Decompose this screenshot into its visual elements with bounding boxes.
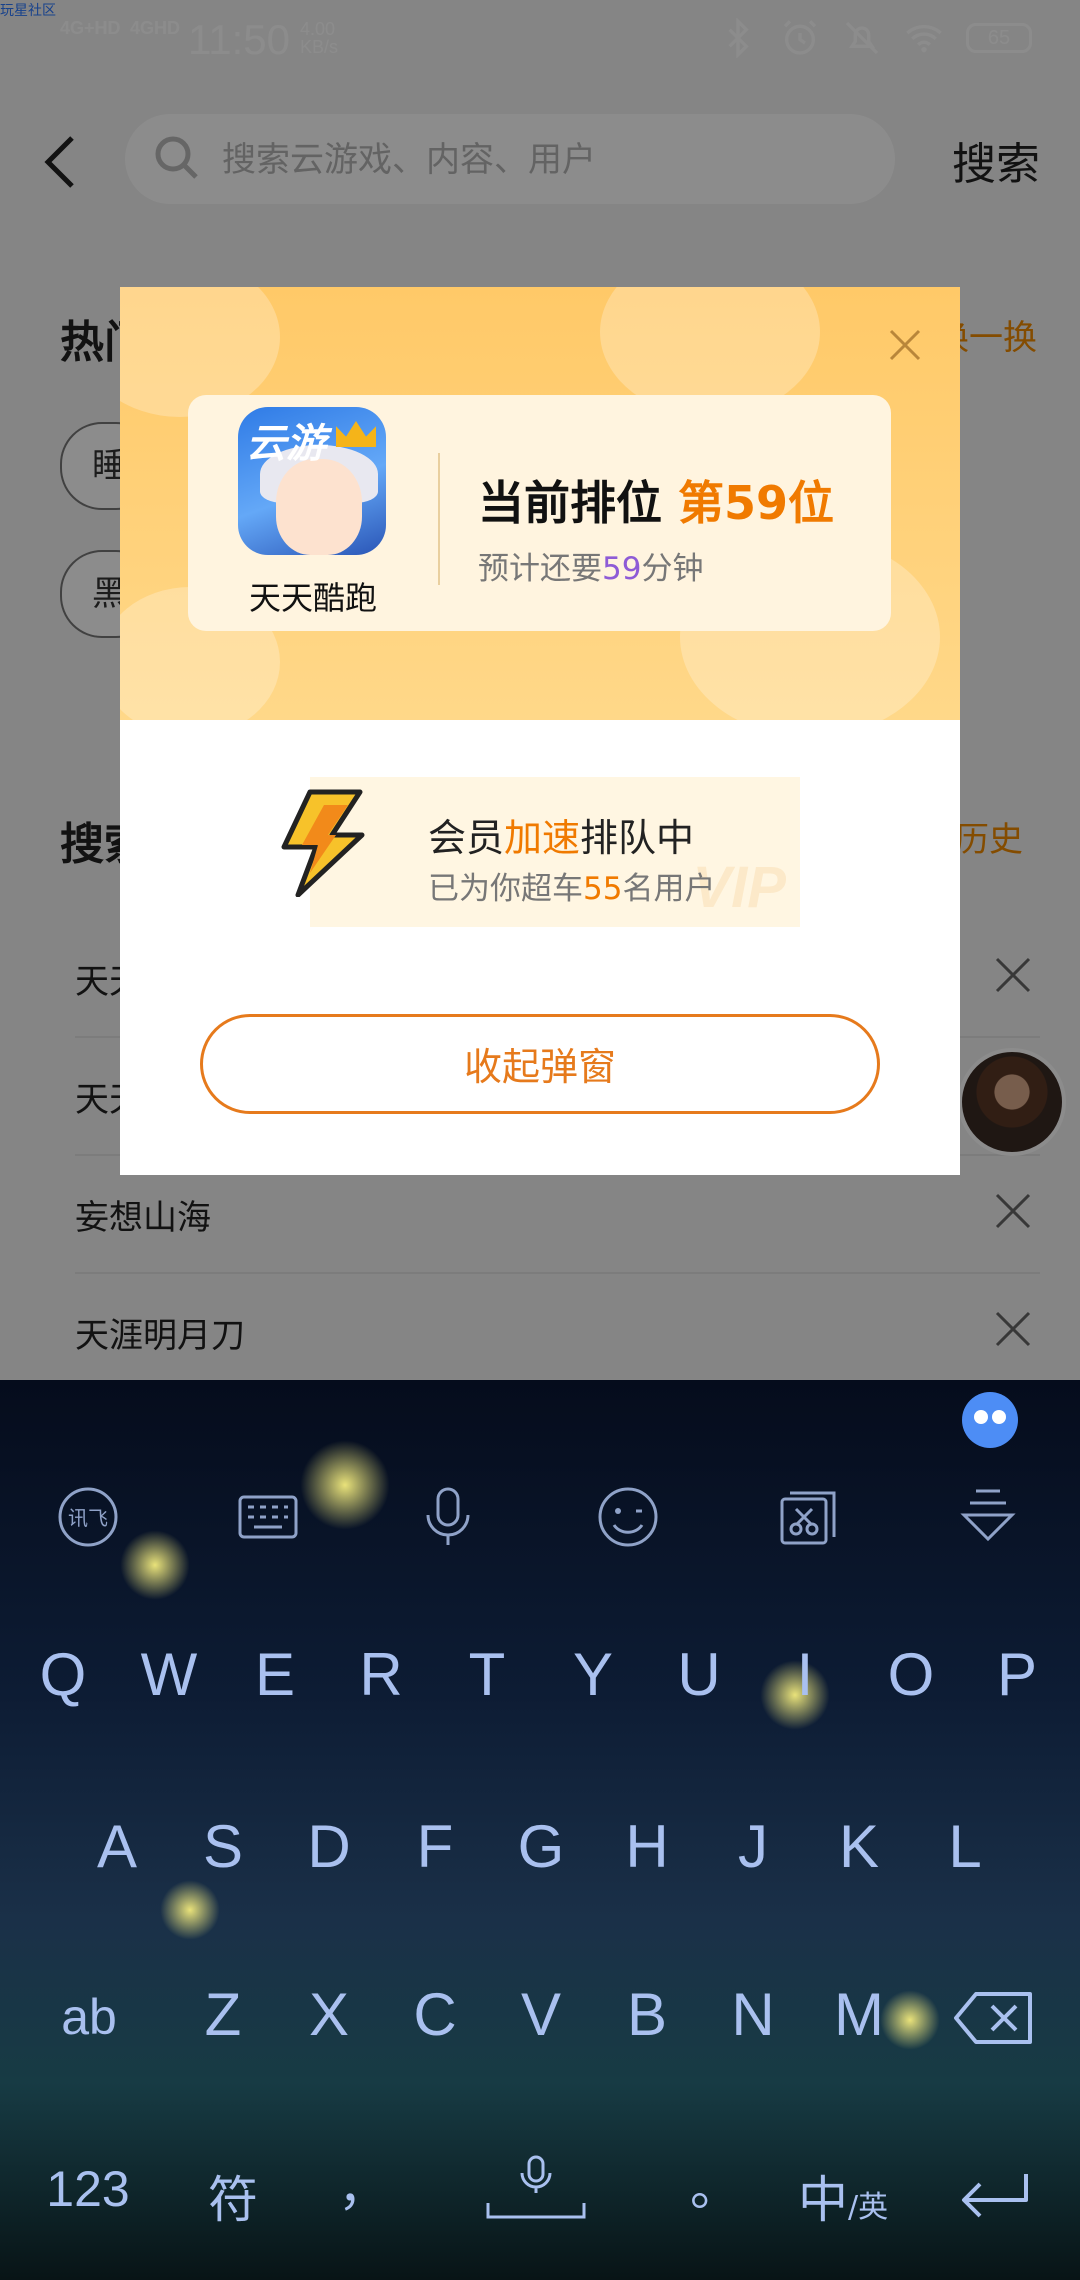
vip-subtitle: 已为你超车55名用户 xyxy=(428,863,715,908)
key-j[interactable]: J xyxy=(708,1812,798,1881)
app-icon-label: 云游 xyxy=(246,421,326,467)
lang-english-label: /英 xyxy=(848,2190,889,2225)
key-p[interactable]: P xyxy=(972,1640,1062,1709)
shift-key[interactable]: ab xyxy=(44,1988,134,2046)
key-x[interactable]: X xyxy=(284,1980,374,2049)
collapse-popup-button[interactable]: 收起弹窗 xyxy=(200,1014,880,1114)
enter-icon[interactable] xyxy=(958,2170,1030,2218)
eta-suffix: 分钟 xyxy=(641,551,704,587)
key-h[interactable]: H xyxy=(602,1812,692,1881)
key-k[interactable]: K xyxy=(814,1812,904,1881)
key-y[interactable]: Y xyxy=(548,1640,638,1709)
ifly-logo-icon[interactable]: 讯飞 xyxy=(56,1485,120,1549)
key-g[interactable]: G xyxy=(496,1812,586,1881)
key-e[interactable]: E xyxy=(230,1640,320,1709)
keyboard-mascot-icon[interactable] xyxy=(962,1392,1018,1448)
vip-title: 会员加速排队中 xyxy=(428,807,694,862)
key-b[interactable]: B xyxy=(602,1980,692,2049)
rank-value: 第59位 xyxy=(678,476,835,530)
key-m[interactable]: M xyxy=(814,1980,904,2049)
vip-title-highlight: 加速 xyxy=(504,816,581,860)
key-i[interactable]: I xyxy=(760,1640,850,1709)
queue-modal: 云游 天天酷跑 当前排位 第59位 预计还要59分钟 VIP 会员加速排队中 已… xyxy=(120,287,960,1175)
modal-header: 云游 天天酷跑 当前排位 第59位 预计还要59分钟 xyxy=(120,287,960,720)
rank-card: 云游 天天酷跑 当前排位 第59位 预计还要59分钟 xyxy=(188,395,891,631)
key-r[interactable]: R xyxy=(336,1640,426,1709)
vip-speedup-banner: VIP 会员加速排队中 已为你超车55名用户 xyxy=(281,777,800,927)
key-s[interactable]: S xyxy=(178,1812,268,1881)
game-app-icon: 云游 xyxy=(238,407,386,555)
keyboard-layout-icon[interactable] xyxy=(236,1485,300,1549)
rank-line: 当前排位 第59位 xyxy=(478,467,834,533)
firefly-glow xyxy=(120,1530,190,1600)
eta-minutes: 59 xyxy=(602,551,642,587)
close-icon[interactable] xyxy=(885,325,925,365)
vip-title-part3: 排队中 xyxy=(580,816,695,860)
space-mic-icon xyxy=(486,2155,586,2219)
app-name: 天天酷跑 xyxy=(248,579,377,617)
key-f[interactable]: F xyxy=(390,1812,480,1881)
comma-key[interactable]: ， xyxy=(318,2148,408,2220)
vip-title-part1: 会员 xyxy=(428,816,505,860)
key-l[interactable]: L xyxy=(920,1812,1010,1881)
vip-sub-prefix: 已为你超车 xyxy=(428,871,583,907)
period-key[interactable]: 。 xyxy=(670,2148,760,2220)
key-v[interactable]: V xyxy=(496,1980,586,2049)
backspace-icon[interactable] xyxy=(952,1990,1034,2046)
icon-face xyxy=(276,459,362,555)
key-q[interactable]: Q xyxy=(18,1640,108,1709)
key-u[interactable]: U xyxy=(654,1640,744,1709)
symbols-key[interactable]: 符 xyxy=(188,2160,278,2232)
firefly-glow xyxy=(160,1880,220,1940)
key-c[interactable]: C xyxy=(390,1980,480,2049)
soft-keyboard: 讯飞 Q W E R T Y U I O P A S D F G H J K L… xyxy=(0,1380,1080,2280)
lang-chinese-label: 中 xyxy=(798,2171,848,2229)
key-t[interactable]: T xyxy=(442,1640,532,1709)
space-key[interactable] xyxy=(486,2155,586,2225)
eta-line: 预计还要59分钟 xyxy=(478,543,703,588)
key-d[interactable]: D xyxy=(284,1812,374,1881)
eta-prefix: 预计还要 xyxy=(478,551,602,587)
numbers-key[interactable]: 123 xyxy=(38,2160,138,2218)
firefly-glow xyxy=(300,1440,390,1530)
hide-keyboard-icon[interactable] xyxy=(956,1485,1020,1549)
vip-sub-count: 55 xyxy=(583,871,623,907)
vip-sub-suffix: 名用户 xyxy=(622,871,716,907)
emoji-icon[interactable] xyxy=(596,1485,660,1549)
key-a[interactable]: A xyxy=(72,1812,162,1881)
crown-icon xyxy=(336,421,376,447)
card-divider xyxy=(438,453,440,585)
svg-text:讯飞: 讯飞 xyxy=(68,1506,108,1530)
rank-label: 当前排位 xyxy=(478,476,662,530)
language-switch-key[interactable]: 中/英 xyxy=(798,2160,908,2230)
lightning-bolt-icon xyxy=(281,789,365,897)
microphone-icon[interactable] xyxy=(416,1485,480,1549)
clipboard-icon[interactable] xyxy=(776,1485,840,1549)
key-o[interactable]: O xyxy=(866,1640,956,1709)
key-w[interactable]: W xyxy=(124,1640,214,1709)
key-n[interactable]: N xyxy=(708,1980,798,2049)
key-z[interactable]: Z xyxy=(178,1980,268,2049)
